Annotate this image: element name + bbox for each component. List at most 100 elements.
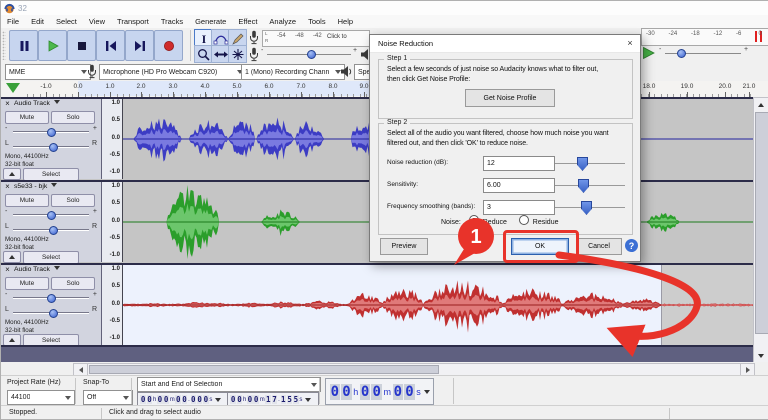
solo-button[interactable]: Solo: [51, 194, 95, 207]
vertical-scrollbar[interactable]: [753, 97, 768, 364]
solo-button[interactable]: Solo: [51, 277, 95, 290]
pan-thumb[interactable]: [49, 309, 58, 318]
window-title: 32: [18, 4, 27, 13]
collapse-button[interactable]: [3, 251, 21, 263]
sensitivity-slider-thumb[interactable]: [578, 179, 589, 193]
noise-reduction-db-slider-thumb[interactable]: [577, 157, 588, 171]
pan-thumb[interactable]: [49, 143, 58, 152]
menu-file[interactable]: File: [1, 15, 25, 28]
recording-volume-slider[interactable]: [267, 48, 351, 60]
cancel-button[interactable]: Cancel: [576, 238, 622, 255]
skip-to-end-button[interactable]: [125, 30, 154, 61]
audio-position-display[interactable]: 00h00m00s: [325, 378, 434, 405]
frequency-smoothing-input[interactable]: 3: [483, 200, 555, 215]
ok-button[interactable]: OK: [511, 238, 569, 255]
ruler-tick-label: 19.0: [681, 83, 694, 90]
track-close-button[interactable]: ×: [3, 266, 12, 275]
menu-view[interactable]: View: [83, 15, 111, 28]
gain-slider[interactable]: -+: [5, 207, 97, 219]
selection-mode-combo[interactable]: Start and End of Selection: [137, 377, 321, 392]
recording-channels-combo[interactable]: 1 (Mono) Recording Chann: [241, 64, 345, 80]
toolbar-separator: [75, 378, 76, 404]
horizontal-scroll-thumb[interactable]: [89, 365, 439, 374]
pause-button[interactable]: [9, 30, 38, 61]
collapse-button[interactable]: [3, 168, 21, 180]
track-close-button[interactable]: ×: [3, 100, 12, 109]
menu-edit[interactable]: Edit: [25, 15, 50, 28]
reduce-radio-label[interactable]: Reduce: [483, 219, 507, 226]
skip-to-start-button[interactable]: [96, 30, 125, 61]
sensitivity-slider[interactable]: [555, 178, 625, 192]
record-meter-mic-icon[interactable]: [248, 30, 260, 45]
frequency-smoothing-slider[interactable]: [555, 200, 625, 214]
mute-button[interactable]: Mute: [5, 111, 49, 124]
pan-slider[interactable]: LR: [5, 222, 97, 234]
pan-slider[interactable]: LR: [5, 139, 97, 151]
reduce-radio[interactable]: [469, 215, 479, 225]
clip-indicator: [755, 31, 757, 42]
track-name-menu[interactable]: Audio Track: [14, 266, 60, 273]
gain-thumb[interactable]: [47, 211, 56, 220]
amplitude-label: 1.0: [112, 266, 120, 272]
menu-select[interactable]: Select: [50, 15, 83, 28]
time-format-arrow-icon[interactable]: [305, 398, 311, 402]
menu-transport[interactable]: Transport: [111, 15, 155, 28]
mute-button[interactable]: Mute: [5, 277, 49, 290]
menu-tools[interactable]: Tools: [302, 15, 332, 28]
audio-host-combo[interactable]: MME: [5, 64, 91, 80]
sensitivity-input[interactable]: 6.00: [483, 178, 555, 193]
toolbar-grip[interactable]: [2, 31, 6, 60]
help-button[interactable]: ?: [625, 239, 638, 252]
tools-toolbar: I: [194, 29, 247, 62]
play-at-speed-slider[interactable]: [665, 47, 741, 59]
toolbar-separator: [453, 378, 454, 404]
play-at-speed-thumb[interactable]: [677, 49, 686, 58]
play-at-speed-icon[interactable]: [641, 46, 656, 60]
solo-button[interactable]: Solo: [51, 111, 95, 124]
project-rate-combo[interactable]: 44100: [7, 390, 75, 405]
playback-meter[interactable]: -30-24-18-12-60: [641, 28, 768, 46]
dialog-title-bar[interactable]: Noise Reduction ×: [370, 35, 640, 53]
mute-button[interactable]: Mute: [5, 194, 49, 207]
menu-effect[interactable]: Effect: [232, 15, 263, 28]
track-name-menu[interactable]: Audio Track: [14, 100, 60, 107]
preview-button[interactable]: Preview: [380, 238, 428, 255]
gain-thumb[interactable]: [47, 294, 56, 303]
time-format-arrow-icon[interactable]: [215, 398, 221, 402]
recording-meter[interactable]: L R Click to -54-48-42: [262, 30, 370, 47]
pan-left: L: [5, 306, 9, 313]
track-close-button[interactable]: ×: [3, 183, 12, 192]
play-button[interactable]: [38, 30, 67, 61]
multi-tool-button[interactable]: [228, 45, 247, 63]
vertical-scroll-thumb[interactable]: [755, 112, 768, 334]
menu-tracks[interactable]: Tracks: [155, 15, 189, 28]
timeline-pin-button[interactable]: [6, 83, 20, 93]
stop-button[interactable]: [67, 30, 96, 61]
residue-radio[interactable]: [519, 215, 529, 225]
gain-slider[interactable]: -+: [5, 124, 97, 136]
track-name-menu[interactable]: s5e33 - bjk: [14, 183, 57, 190]
recording-device-combo[interactable]: Microphone (HD Pro Webcam C920): [99, 64, 247, 80]
noise-reduction-db-slider[interactable]: [555, 156, 625, 170]
menu-generate[interactable]: Generate: [189, 15, 232, 28]
record-button[interactable]: [154, 30, 183, 61]
gain-slider[interactable]: -+: [5, 290, 97, 302]
scroll-down-button[interactable]: [754, 349, 768, 362]
waveform[interactable]: [123, 265, 753, 345]
residue-radio-label[interactable]: Residue: [533, 219, 559, 226]
noise-reduction-db-input[interactable]: 12: [483, 156, 555, 171]
time-format-arrow-icon[interactable]: [424, 390, 430, 394]
waveform-area[interactable]: [123, 265, 753, 345]
pan-thumb[interactable]: [49, 226, 58, 235]
pan-slider[interactable]: LR: [5, 305, 97, 317]
menu-help[interactable]: Help: [332, 15, 359, 28]
recording-volume-thumb[interactable]: [307, 50, 316, 59]
frequency-smoothing-slider-thumb[interactable]: [581, 201, 592, 215]
menu-analyze[interactable]: Analyze: [263, 15, 302, 28]
scroll-up-button[interactable]: [754, 98, 768, 111]
get-noise-profile-button[interactable]: Get Noise Profile: [465, 89, 555, 107]
dialog-close-button[interactable]: ×: [620, 35, 640, 52]
snap-to-combo[interactable]: Off: [83, 390, 133, 405]
gain-thumb[interactable]: [47, 128, 56, 137]
amplitude-label: -1.0: [110, 335, 120, 341]
